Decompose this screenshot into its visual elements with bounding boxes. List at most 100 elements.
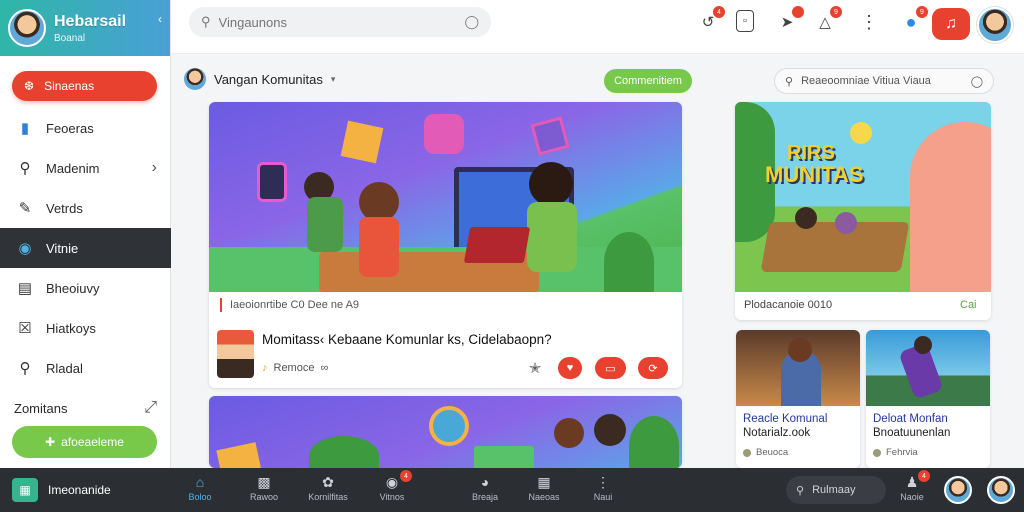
sidebar-item-hiatkoys[interactable]: ☒ Hiatkoys <box>0 308 171 348</box>
sidebar-item-feoeras[interactable]: ▮ Feoeras <box>0 108 171 148</box>
search-bar[interactable]: ⚲ ◯ <box>189 7 491 37</box>
close-box-icon: ☒ <box>18 320 32 337</box>
bottom-search-text: Rulmaay <box>812 484 856 496</box>
second-post-card[interactable] <box>209 396 682 468</box>
follow-button[interactable]: Commenitiem <box>604 69 692 93</box>
chevron-right-icon[interactable]: › <box>152 159 157 177</box>
sidebar-item-label: Rladal <box>46 360 83 376</box>
sidebar: Hebarsail Boanal ‹ ❆ Sinaenas ▮ Feoeras ⚲… <box>0 0 171 468</box>
brand-avatar <box>8 9 46 47</box>
featured-meta-right: Cai <box>960 299 977 311</box>
people-icon: ♟ 4 <box>882 470 942 492</box>
bottom-bar: ▦ Imeonanide ⌂ Boloo ▩ Rawoo ✿ Kornilfitas … <box>0 468 1024 512</box>
calendar-icon: ▦ <box>12 478 38 502</box>
mini-card-title-text: Reacle Komunal <box>743 413 828 425</box>
tab-label: Kornilfitas <box>308 492 348 502</box>
share-button[interactable]: ⟳ <box>638 357 668 379</box>
mini-card-image <box>866 330 990 406</box>
sidebar-item-madenim[interactable]: ⚲ Madenim › <box>0 148 171 188</box>
friend-avatar[interactable] <box>944 476 972 504</box>
pin-icon[interactable]: ➤ <box>775 6 804 34</box>
share-icon: ⟳ <box>648 362 658 375</box>
meta-accent-bar <box>220 298 222 312</box>
home-icon: ⌂ <box>195 474 205 490</box>
featured-title-line2: MUNITAS <box>765 162 864 187</box>
link-icon: ∞ <box>320 362 329 374</box>
tab-label: Vitnos <box>379 492 405 502</box>
post-title[interactable]: Momitass‹ Kebaane Komunlar ks, Cidelabao… <box>262 332 552 347</box>
tab-video[interactable]: ◉ 4 Vitnos <box>362 470 422 502</box>
notification-badge: 4 <box>918 470 930 482</box>
chevron-down-icon[interactable]: ▾ <box>331 74 336 85</box>
tab-people[interactable]: ♟ 4 Naoie <box>882 470 942 502</box>
mini-card[interactable]: Deloat Monfan Bnoatuunenlan Fehrvia <box>866 330 990 468</box>
profile-avatar[interactable] <box>987 476 1015 504</box>
like-icon[interactable]: ✭ <box>524 357 546 379</box>
react-button[interactable]: ♥ <box>558 357 582 379</box>
mini-card[interactable]: Reacle Komunal Notarialz.ook Beuoca <box>736 330 860 468</box>
tab-label: Boloo <box>188 492 212 502</box>
heart-icon: ♥ <box>566 362 574 374</box>
more-icon: ⋮ <box>596 474 610 490</box>
chat-icon: ▩ <box>257 474 271 490</box>
pencil-icon: ✎ <box>18 200 32 217</box>
sidebar-item-bheoiuvy[interactable]: ▤ Bheoiuvy <box>0 268 171 308</box>
tab-chat[interactable]: ▩ Rawoo <box>234 474 294 502</box>
mini-card-title: Deloat Monfan Bnoatuunenlan <box>866 406 990 440</box>
search-icon: ⚲ <box>796 484 805 497</box>
sidebar-item-label: Feoeras <box>46 120 94 136</box>
mini-card-footer: Fehrvia <box>866 440 990 458</box>
primary-button-label: Sinaenas <box>44 79 95 93</box>
bottom-left-menu[interactable]: ▦ Imeonanide <box>12 478 111 502</box>
mini-card-footer-text: Beuoca <box>756 447 789 458</box>
mini-card-title-text: Deloat Monfan <box>873 413 948 425</box>
channel-header[interactable]: Vangan Komunitas ▾ <box>184 68 335 90</box>
bell-icon[interactable]: △ 9 <box>813 6 842 34</box>
mini-card-footer-text: Fehrvia <box>886 447 918 458</box>
notification-badge: 4 <box>400 470 412 482</box>
featured-meta: Plodacanoie 0010 <box>744 299 833 311</box>
community-search[interactable]: ⚲ Reaeoomniae Vitiua Viaua ◯ <box>774 68 994 94</box>
group-icon: ✿ <box>322 474 334 490</box>
bottom-search[interactable]: ⚲ Rulmaay <box>786 476 886 504</box>
mini-card-footer: Beuoca <box>736 440 860 458</box>
collapse-icon[interactable]: ‹ <box>158 12 162 26</box>
tab-label: Naeoas <box>528 492 560 502</box>
globe-icon: ◉ <box>18 240 32 257</box>
notification-badge: 9 <box>916 6 928 18</box>
document-icon[interactable]: ▫ <box>736 10 754 32</box>
sidebar-item-vitnie[interactable]: ◉ Vitnie <box>0 228 171 268</box>
apps-grid-icon[interactable]: ⋮ <box>857 10 881 34</box>
tab-label: Rawoo <box>249 492 278 502</box>
community-search-text: Reaeoomniae Vitiua Viaua <box>801 75 931 87</box>
filter-icon[interactable]: ◯ <box>971 75 983 88</box>
camera-icon[interactable]: ◯ <box>464 14 479 30</box>
sidebar-item-vetrds[interactable]: ✎ Vetrds <box>0 188 171 228</box>
search-input[interactable] <box>218 14 457 30</box>
tab-gallery[interactable]: ▦ Naeoas <box>514 474 574 502</box>
primary-button[interactable]: ❆ Sinaenas <box>12 71 157 101</box>
create-button[interactable]: ✚ afoeaeleme <box>12 426 157 458</box>
messenger-icon[interactable]: ● 9 <box>899 6 928 34</box>
tab-more[interactable]: ⋮ Naui <box>573 474 633 502</box>
brand-header[interactable]: Hebarsail Boanal ‹ <box>0 0 170 56</box>
comment-button[interactable]: ▭ <box>595 357 626 379</box>
sidebar-item-label: Madenim <box>46 160 100 176</box>
share-icon[interactable]: ↺ 4 <box>696 6 725 34</box>
bottom-left-label: Imeonanide <box>48 483 111 497</box>
sidebar-item-zomitans[interactable]: Zomitans ⤢ <box>0 388 171 428</box>
flame-icon: ❆ <box>24 79 35 93</box>
tab-label: Naoie <box>900 492 924 502</box>
tab-community[interactable]: ✿ Kornilfitas <box>298 474 358 502</box>
post-thumbnail[interactable] <box>217 330 254 378</box>
music-button[interactable]: ♫ <box>932 8 970 40</box>
user-avatar[interactable] <box>977 7 1013 43</box>
featured-card[interactable]: RIRS MUNITAS <box>735 102 991 320</box>
tab-home[interactable]: ⌂ Boloo <box>170 474 230 502</box>
post-illustration <box>209 102 682 292</box>
sidebar-item-rladal[interactable]: ⚲ Rladal <box>0 348 171 388</box>
image-icon: ▦ <box>537 474 551 490</box>
post-author[interactable]: ♪ Remoce ∞ <box>262 362 328 374</box>
tab-games[interactable]: ◕ Breaja <box>455 474 515 502</box>
arrow-icon[interactable]: ⤢ <box>144 399 157 417</box>
